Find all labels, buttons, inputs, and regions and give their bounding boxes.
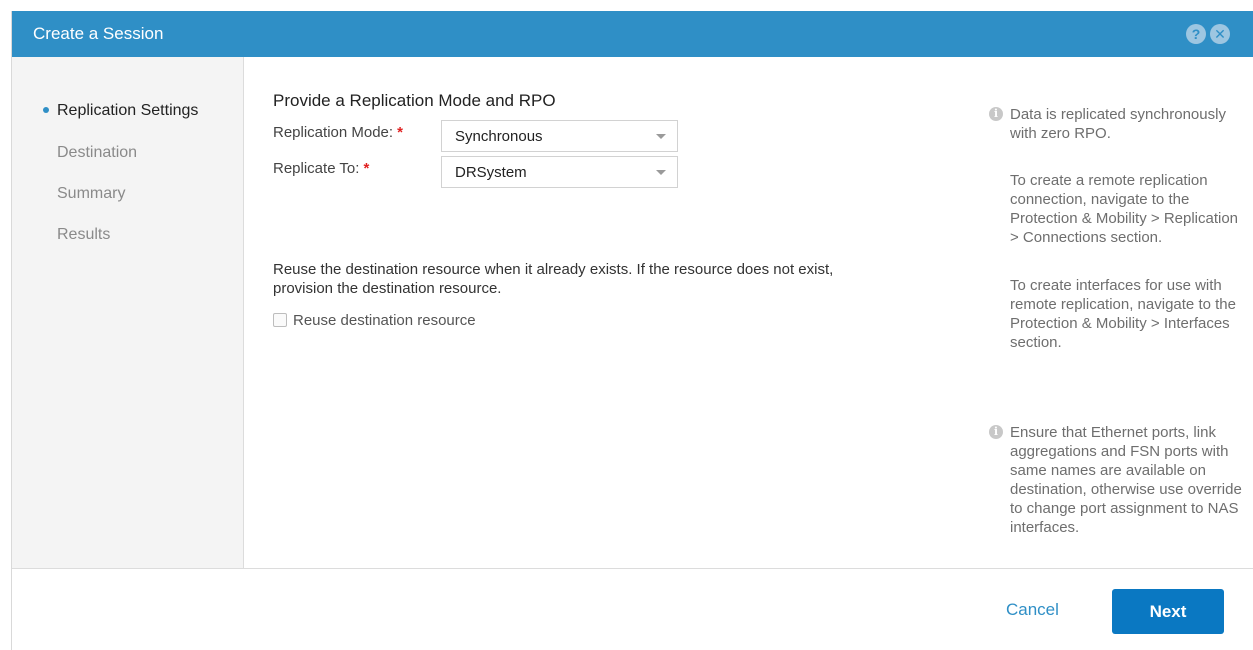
info-text-interfaces: To create interfaces for use with remote… — [1010, 277, 1236, 351]
active-step-indicator-icon — [43, 107, 49, 113]
required-marker: * — [397, 124, 403, 141]
replicate-to-label: Replicate To: * — [273, 159, 369, 179]
replicate-to-label-text: Replicate To: — [273, 160, 360, 177]
reuse-destination-checkbox[interactable] — [273, 313, 287, 327]
step-destination: Destination — [57, 144, 138, 161]
info-icon: i — [989, 425, 1003, 439]
next-button[interactable]: Next — [1112, 589, 1224, 634]
step-summary: Summary — [57, 185, 126, 202]
dialog-footer: Cancel Next — [12, 568, 1253, 650]
required-marker: * — [363, 160, 370, 177]
replication-mode-select[interactable]: Synchronous — [441, 120, 678, 152]
info-text-ports: Ensure that Ethernet ports, link aggrega… — [1010, 424, 1242, 536]
chevron-down-icon — [656, 170, 666, 175]
reuse-destination-label[interactable]: Reuse destination resource — [293, 311, 476, 330]
replicate-to-value: DRSystem — [455, 164, 527, 181]
dialog-title: Create a Session — [33, 24, 164, 43]
wizard-steps-sidebar: Replication Settings Destination Summary… — [12, 57, 244, 568]
info-text-sync: Data is replicated synchronously with ze… — [1010, 106, 1226, 142]
dialog-titlebar: Create a Session ? ✕ — [12, 11, 1253, 57]
replicate-to-select[interactable]: DRSystem — [441, 156, 678, 188]
create-session-dialog: Create a Session ? ✕ Replication Setting… — [11, 11, 1253, 650]
step-results: Results — [57, 226, 111, 243]
info-icon: i — [989, 107, 1003, 121]
chevron-down-icon — [656, 134, 666, 139]
section-title: Provide a Replication Mode and RPO — [273, 91, 556, 110]
reuse-description: Reuse the destination resource when it a… — [273, 261, 834, 297]
help-icon[interactable]: ? — [1186, 24, 1206, 44]
step-replication-settings: Replication Settings — [57, 102, 199, 119]
replication-mode-label: Replication Mode: * — [273, 123, 403, 143]
cancel-button[interactable]: Cancel — [1006, 600, 1059, 620]
replication-mode-value: Synchronous — [455, 128, 543, 145]
info-text-connection: To create a remote replication connectio… — [1010, 172, 1239, 246]
close-icon[interactable]: ✕ — [1210, 24, 1230, 44]
replication-mode-label-text: Replication Mode: — [273, 124, 394, 141]
main-content: Provide a Replication Mode and RPO Repli… — [244, 57, 1253, 568]
